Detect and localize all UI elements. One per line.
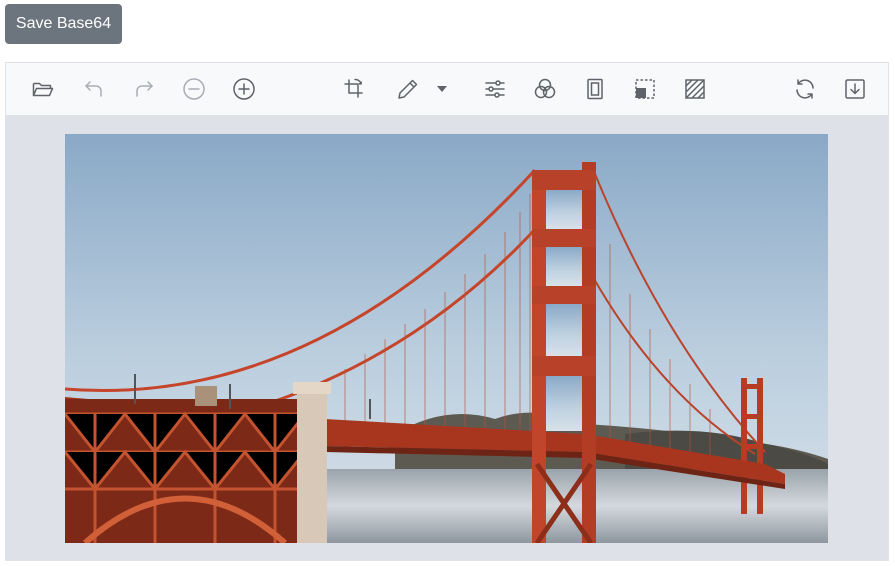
- filter-button[interactable]: [530, 74, 560, 104]
- pencil-icon: [398, 79, 418, 99]
- redact-button[interactable]: [630, 74, 660, 104]
- crop-button[interactable]: [339, 74, 369, 104]
- reset-button[interactable]: [790, 74, 820, 104]
- folder-open-icon: [32, 82, 54, 97]
- save-image-button[interactable]: [840, 74, 870, 104]
- redact-icon: [635, 79, 655, 99]
- adjust-button[interactable]: [480, 74, 510, 104]
- undo-button[interactable]: [79, 74, 109, 104]
- undo-arrow-icon: [85, 81, 102, 97]
- zoom-in-button[interactable]: [229, 74, 259, 104]
- redo-button[interactable]: [129, 74, 159, 104]
- zoom-out-icon: [183, 78, 205, 100]
- straighten-button[interactable]: [680, 74, 710, 104]
- zoom-in-icon: [233, 78, 255, 100]
- filter-circles-icon: [534, 78, 556, 99]
- refresh-icon: [796, 79, 814, 99]
- bridge-photo[interactable]: [65, 134, 828, 543]
- hatch-icon: [685, 79, 705, 99]
- crop-rotate-icon: [344, 78, 363, 98]
- annotate-button[interactable]: [393, 74, 423, 104]
- sliders-icon: [485, 80, 505, 98]
- annotate-dropdown-button[interactable]: [430, 74, 454, 104]
- image-canvas-area: [6, 115, 888, 560]
- frame-button[interactable]: [580, 74, 610, 104]
- editor-toolbar: [6, 63, 888, 116]
- redo-arrow-icon: [136, 81, 153, 97]
- zoom-out-button[interactable]: [179, 74, 209, 104]
- image-editor: [5, 62, 889, 561]
- download-icon: [845, 79, 865, 99]
- open-button[interactable]: [28, 74, 58, 104]
- frame-icon: [587, 78, 603, 100]
- caret-down-icon: [437, 86, 447, 92]
- save-base64-button[interactable]: Save Base64: [5, 4, 122, 44]
